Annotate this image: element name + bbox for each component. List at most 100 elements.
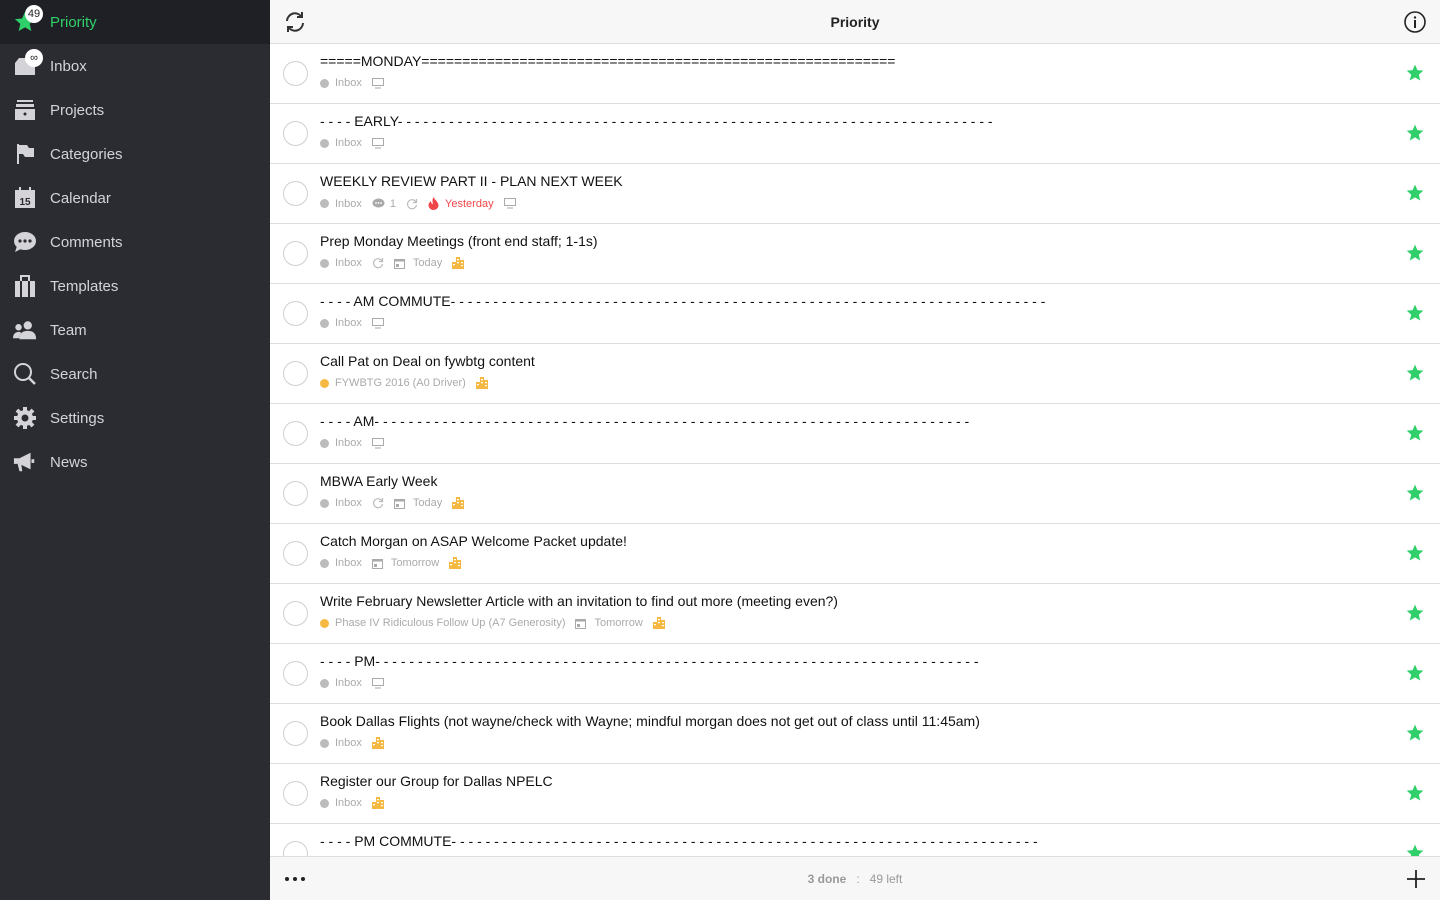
- star-icon[interactable]: [1405, 363, 1425, 383]
- project-name: FYWBTG 2016 (A0 Driver): [335, 377, 466, 389]
- sidebar-item-categories[interactable]: Categories: [0, 132, 270, 176]
- star-icon[interactable]: [1405, 423, 1425, 443]
- repeat-icon: [407, 198, 418, 209]
- star-icon[interactable]: [1405, 603, 1425, 623]
- complete-checkbox[interactable]: [283, 421, 308, 446]
- star-icon[interactable]: [1405, 723, 1425, 743]
- task-meta: Inbox: [320, 317, 394, 329]
- star-icon[interactable]: [1405, 483, 1425, 503]
- project-name: Inbox: [335, 77, 362, 89]
- complete-checkbox[interactable]: [283, 121, 308, 146]
- calendar-icon: 15: [13, 187, 37, 209]
- star-icon[interactable]: [1405, 123, 1425, 143]
- task-meta: Inbox: [320, 77, 394, 89]
- sidebar-item-team[interactable]: Team: [0, 308, 270, 352]
- team-icon: [13, 319, 37, 341]
- task-title: - - - - PM- - - - - - - - - - - - - - - …: [320, 653, 979, 669]
- project-tag[interactable]: Inbox: [320, 198, 362, 210]
- sidebar: 49 Priority ∞ Inbox Projects Categories 15 Cale…: [0, 0, 270, 900]
- calendar-icon: [371, 558, 383, 569]
- project-tag[interactable]: FYWBTG 2016 (A0 Driver): [320, 377, 466, 389]
- project-name: Inbox: [335, 497, 362, 509]
- complete-checkbox[interactable]: [283, 781, 308, 806]
- bottom-bar: 3 done : 49 left: [270, 856, 1440, 900]
- task-row[interactable]: Write February Newsletter Article with a…: [270, 584, 1440, 644]
- project-tag[interactable]: Inbox: [320, 797, 362, 809]
- star-icon[interactable]: [1405, 783, 1425, 803]
- project-tag[interactable]: Inbox: [320, 137, 362, 149]
- sidebar-item-news[interactable]: News: [0, 440, 270, 484]
- complete-checkbox[interactable]: [283, 841, 308, 856]
- task-row[interactable]: Call Pat on Deal on fywbtg content FYWBTG…: [270, 344, 1440, 404]
- complete-checkbox[interactable]: [283, 721, 308, 746]
- complete-checkbox[interactable]: [283, 181, 308, 206]
- task-title: - - - - EARLY- - - - - - - - - - - - - -…: [320, 113, 993, 129]
- refresh-icon[interactable]: [283, 10, 307, 34]
- star-icon[interactable]: [1405, 843, 1425, 856]
- monitor-icon: [503, 198, 516, 209]
- due-date-text: Today: [412, 257, 443, 269]
- info-icon[interactable]: [1403, 10, 1427, 34]
- complete-checkbox[interactable]: [283, 481, 308, 506]
- project-tag[interactable]: Phase IV Ridiculous Follow Up (A7 Genero…: [320, 617, 565, 629]
- star-icon[interactable]: [1405, 63, 1425, 83]
- task-row[interactable]: Book Dallas Flights (not wayne/check wit…: [270, 704, 1440, 764]
- task-meta: Inbox: [320, 737, 394, 749]
- project-tag[interactable]: Inbox: [320, 497, 362, 509]
- sidebar-item-calendar[interactable]: 15 Calendar: [0, 176, 270, 220]
- plus-icon[interactable]: [1405, 868, 1427, 890]
- star-icon[interactable]: [1405, 243, 1425, 263]
- complete-checkbox[interactable]: [283, 601, 308, 626]
- fire-icon: [428, 197, 439, 210]
- project-color-dot: [320, 138, 329, 148]
- sidebar-item-templates[interactable]: Templates: [0, 264, 270, 308]
- sidebar-item-priority[interactable]: 49 Priority: [0, 0, 270, 44]
- project-color-dot: [320, 558, 329, 568]
- task-row[interactable]: - - - - AM COMMUTE- - - - - - - - - - - …: [270, 284, 1440, 344]
- task-row[interactable]: - - - - PM COMMUTE- - - - - - - - - - - …: [270, 824, 1440, 856]
- count-badge: 49: [25, 5, 43, 23]
- task-row[interactable]: Prep Monday Meetings (front end staff; 1…: [270, 224, 1440, 284]
- project-tag[interactable]: Inbox: [320, 257, 362, 269]
- sidebar-item-settings[interactable]: Settings: [0, 396, 270, 440]
- star-icon[interactable]: [1405, 303, 1425, 323]
- team-assign-icon: [371, 797, 384, 809]
- sidebar-item-projects[interactable]: Projects: [0, 88, 270, 132]
- project-tag[interactable]: Inbox: [320, 437, 362, 449]
- task-meta: Inbox: [320, 437, 394, 449]
- complete-checkbox[interactable]: [283, 241, 308, 266]
- project-tag[interactable]: Inbox: [320, 737, 362, 749]
- complete-checkbox[interactable]: [283, 661, 308, 686]
- project-name: Inbox: [335, 197, 362, 210]
- more-icon[interactable]: [283, 869, 307, 889]
- project-name: Inbox: [335, 317, 362, 329]
- complete-checkbox[interactable]: [283, 541, 308, 566]
- complete-checkbox[interactable]: [283, 61, 308, 86]
- project-tag[interactable]: Inbox: [320, 77, 362, 89]
- search-icon: [13, 363, 37, 385]
- svg-text:15: 15: [19, 197, 31, 208]
- sidebar-item-search[interactable]: Search: [0, 352, 270, 396]
- project-name: Inbox: [335, 677, 362, 689]
- sidebar-item-label: Settings: [50, 409, 105, 427]
- star-icon[interactable]: [1405, 183, 1425, 203]
- task-row[interactable]: MBWA Early Week Inbox Today: [270, 464, 1440, 524]
- complete-checkbox[interactable]: [283, 301, 308, 326]
- task-row[interactable]: WEEKLY REVIEW PART II - PLAN NEXT WEEK In…: [270, 164, 1440, 224]
- project-tag[interactable]: Inbox: [320, 557, 362, 569]
- project-tag[interactable]: Inbox: [320, 677, 362, 689]
- task-row[interactable]: =====MONDAY=============================…: [270, 44, 1440, 104]
- sidebar-item-inbox[interactable]: ∞ Inbox: [0, 44, 270, 88]
- star-icon[interactable]: [1405, 663, 1425, 683]
- task-row[interactable]: Register our Group for Dallas NPELC Inbox: [270, 764, 1440, 824]
- task-row[interactable]: - - - - EARLY- - - - - - - - - - - - - -…: [270, 104, 1440, 164]
- task-row[interactable]: - - - - PM- - - - - - - - - - - - - - - …: [270, 644, 1440, 704]
- star-icon[interactable]: [1405, 543, 1425, 563]
- complete-checkbox[interactable]: [283, 361, 308, 386]
- sidebar-item-comments[interactable]: Comments: [0, 220, 270, 264]
- task-row[interactable]: Catch Morgan on ASAP Welcome Packet upda…: [270, 524, 1440, 584]
- left-count: 49 left: [869, 871, 903, 886]
- team-assign-icon: [452, 497, 465, 509]
- task-row[interactable]: - - - - AM- - - - - - - - - - - - - - - …: [270, 404, 1440, 464]
- project-tag[interactable]: Inbox: [320, 317, 362, 329]
